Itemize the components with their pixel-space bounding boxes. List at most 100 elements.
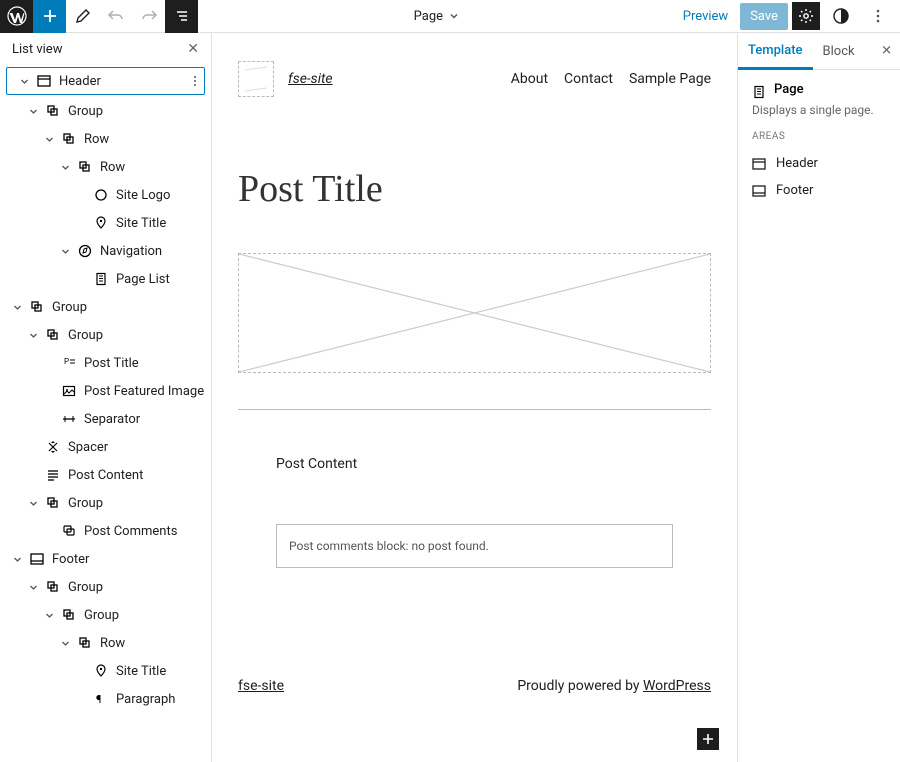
template-area-item[interactable]: Header xyxy=(752,150,886,177)
nav-link[interactable]: Sample Page xyxy=(629,71,711,87)
listview-item[interactable]: Footer xyxy=(0,545,211,573)
listview-item[interactable]: Site Logo xyxy=(0,181,211,209)
content-icon xyxy=(44,468,62,482)
post-comments-block[interactable]: Post comments block: no post found. xyxy=(276,524,673,568)
chevron-down-icon[interactable] xyxy=(6,555,28,564)
add-block-floating[interactable] xyxy=(697,728,719,750)
tab-block[interactable]: Block xyxy=(813,34,865,68)
listview-item[interactable]: Group xyxy=(0,97,211,125)
pin-icon xyxy=(92,216,110,230)
footer-wp-link[interactable]: WordPress xyxy=(643,678,711,694)
tab-template[interactable]: Template xyxy=(738,33,813,70)
listview-item-label: Row xyxy=(100,160,125,175)
listview-item[interactable]: Site Title xyxy=(0,209,211,237)
post-title[interactable]: Post Title xyxy=(238,167,711,211)
doc-type-label[interactable]: Page xyxy=(414,9,443,24)
listview-item[interactable]: Spacer xyxy=(0,433,211,461)
listview-item-label: Header xyxy=(59,74,101,89)
wp-logo[interactable] xyxy=(0,0,33,33)
listview-item[interactable]: Row xyxy=(0,153,211,181)
listview-item[interactable]: Paragraph xyxy=(0,685,211,713)
footer-icon xyxy=(28,552,46,566)
chevron-down-icon[interactable] xyxy=(54,247,76,256)
site-title[interactable]: fse-site xyxy=(288,71,333,87)
chevron-down-icon[interactable] xyxy=(38,611,60,620)
post-content[interactable]: Post Content xyxy=(276,456,673,472)
topbar: Page Preview Save xyxy=(0,0,900,33)
editor-canvas[interactable]: fse-site About Contact Sample Page Post Ti… xyxy=(212,33,737,762)
listview-item-label: Site Logo xyxy=(116,188,170,203)
listview-item-label: Post Title xyxy=(84,356,139,371)
group-icon xyxy=(44,328,62,342)
listview-item-label: Site Title xyxy=(116,216,166,231)
listview-item-label: Group xyxy=(68,496,103,511)
comments-icon xyxy=(60,524,78,538)
site-nav: About Contact Sample Page xyxy=(511,71,711,87)
listview-item-label: Row xyxy=(84,132,109,147)
listview-item[interactable]: Page List xyxy=(0,265,211,293)
separator-block[interactable] xyxy=(238,409,711,410)
listview-item[interactable]: Group xyxy=(0,601,211,629)
listview-item[interactable]: Site Title xyxy=(0,657,211,685)
add-block-button[interactable] xyxy=(33,0,66,33)
settings-panel: Template Block ✕ Page Displays a single … xyxy=(737,33,900,762)
chevron-down-icon[interactable] xyxy=(54,163,76,172)
listview-item[interactable]: Row xyxy=(0,125,211,153)
chevron-down-icon[interactable] xyxy=(22,583,44,592)
listview-item[interactable]: Group xyxy=(0,573,211,601)
listview-item[interactable]: Header xyxy=(6,67,205,95)
sep-icon xyxy=(60,412,78,426)
listview-item-label: Row xyxy=(100,636,125,651)
close-icon[interactable]: ✕ xyxy=(881,44,892,59)
template-area-item[interactable]: Footer xyxy=(752,177,886,204)
listview-item-label: Group xyxy=(52,300,87,315)
listview-item[interactable]: Row xyxy=(0,629,211,657)
featured-image-placeholder[interactable] xyxy=(238,253,711,373)
site-logo-placeholder[interactable] xyxy=(238,61,274,97)
listview-item-label: Page List xyxy=(116,272,170,287)
save-button[interactable]: Save xyxy=(740,3,788,30)
undo-button[interactable] xyxy=(99,0,132,33)
close-icon[interactable]: ✕ xyxy=(187,41,199,57)
header-icon xyxy=(35,74,53,88)
chevron-down-icon[interactable] xyxy=(54,639,76,648)
styles-button[interactable] xyxy=(824,0,857,33)
listview-item[interactable]: Group xyxy=(0,489,211,517)
chevron-down-icon[interactable] xyxy=(22,331,44,340)
listview-item[interactable]: Navigation xyxy=(0,237,211,265)
chevron-down-icon[interactable] xyxy=(22,107,44,116)
listview-item-label: Separator xyxy=(84,412,140,427)
listview-item-label: Site Title xyxy=(116,664,166,679)
nav-link[interactable]: About xyxy=(511,71,548,87)
more-menu[interactable] xyxy=(861,0,894,33)
more-icon[interactable] xyxy=(188,74,202,88)
chevron-down-icon[interactable] xyxy=(38,135,60,144)
para-icon xyxy=(92,692,110,706)
chevron-down-icon[interactable] xyxy=(13,77,35,86)
site-footer: fse-site Proudly powered by WordPress xyxy=(238,678,711,754)
group-icon xyxy=(60,132,78,146)
chevron-down-icon[interactable] xyxy=(22,499,44,508)
listview-item-label: Spacer xyxy=(68,440,108,455)
listview-toggle[interactable] xyxy=(165,0,198,33)
listview-item-label: Group xyxy=(68,328,103,343)
chevron-down-icon[interactable] xyxy=(6,303,28,312)
posttitle-icon xyxy=(60,356,78,370)
area-label: Header xyxy=(776,156,818,171)
listview-item[interactable]: Post Content xyxy=(0,461,211,489)
listview-item[interactable]: Group xyxy=(0,293,211,321)
listview-item[interactable]: Post Comments xyxy=(0,517,211,545)
listview-item[interactable]: Post Featured Image xyxy=(0,377,211,405)
settings-button[interactable] xyxy=(792,2,820,30)
listview-item[interactable]: Separator xyxy=(0,405,211,433)
footer-site-title[interactable]: fse-site xyxy=(238,678,284,694)
preview-button[interactable]: Preview xyxy=(675,9,736,24)
listview-item[interactable]: Post Title xyxy=(0,349,211,377)
listview-item[interactable]: Group xyxy=(0,321,211,349)
redo-button[interactable] xyxy=(132,0,165,33)
nav-link[interactable]: Contact xyxy=(564,71,613,87)
listview-item-label: Group xyxy=(68,580,103,595)
nav-icon xyxy=(76,244,94,258)
edit-icon[interactable] xyxy=(66,0,99,33)
chevron-down-icon[interactable] xyxy=(449,11,459,21)
